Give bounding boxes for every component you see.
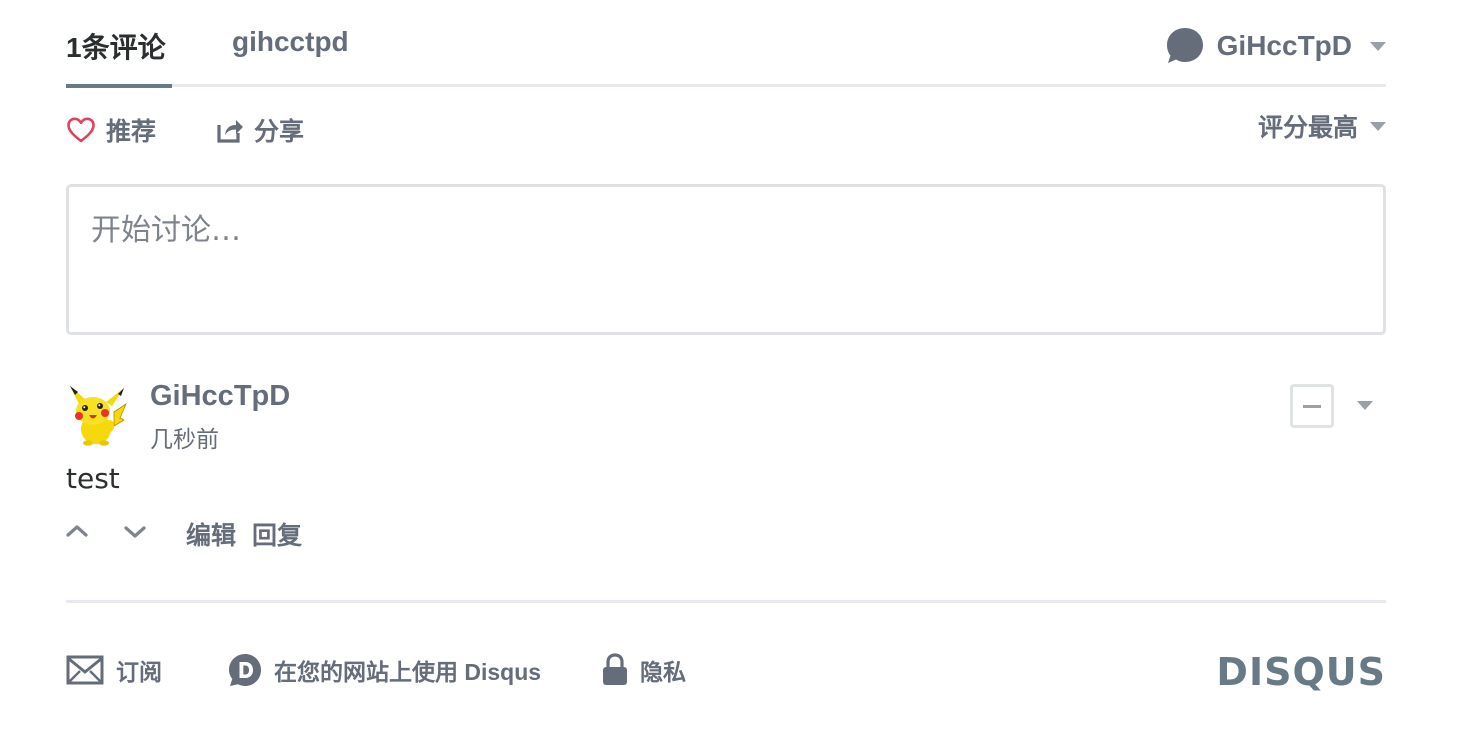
comment-composer (66, 184, 1386, 335)
chevron-down-icon[interactable] (1370, 41, 1386, 51)
tab-comments-count[interactable]: 1条评论 (66, 26, 166, 66)
nav-divider (66, 84, 1386, 87)
chevron-down-icon (1370, 121, 1386, 131)
user-menu[interactable]: GiHccTpD (1165, 24, 1386, 68)
disqus-logo-icon (229, 654, 261, 686)
downvote-icon[interactable] (124, 520, 146, 542)
comment-item: GiHccTpD 几秒前 test 编辑 回复 (66, 380, 1386, 560)
comment-menu-chevron-icon[interactable] (1357, 401, 1373, 410)
privacy-label: 隐私 (640, 659, 686, 685)
add-disqus-label: 在您的网站上使用 Disqus (274, 659, 542, 685)
reply-button[interactable]: 回复 (252, 516, 302, 552)
avatar[interactable] (66, 382, 128, 446)
subscribe-label: 订阅 (116, 659, 162, 685)
lock-icon (603, 653, 627, 685)
comment-footer: 编辑 回复 (66, 514, 466, 550)
sort-label: 评分最高 (1257, 114, 1358, 142)
tab-community[interactable]: gihcctpd (232, 26, 349, 58)
collapse-button[interactable] (1290, 384, 1334, 428)
thread-actions: 推荐 分享 评分最高 (66, 110, 1386, 150)
envelope-icon (66, 655, 104, 685)
share-icon (217, 120, 243, 143)
subscribe-link[interactable]: 订阅 (66, 650, 162, 690)
share-button[interactable]: 分享 (216, 110, 304, 150)
disqus-logo[interactable]: DISQUS (1216, 650, 1386, 694)
thread-nav: 1条评论 gihcctpd GiHccTpD (66, 0, 1386, 88)
heart-icon (67, 117, 95, 143)
comment-input[interactable] (69, 187, 1383, 332)
recommend-button[interactable]: 推荐 (66, 110, 156, 150)
active-tab-indicator (66, 84, 172, 88)
comment-body: test (66, 462, 120, 495)
sort-dropdown[interactable]: 评分最高 (1258, 110, 1386, 142)
notification-bubble-icon (1166, 28, 1203, 63)
comment-timestamp[interactable]: 几秒前 (150, 420, 219, 454)
recommend-label: 推荐 (106, 118, 157, 146)
thread-footer: 订阅 在您的网站上使用 Disqus 隐私 DISQUS (66, 650, 1386, 694)
add-disqus-link[interactable]: 在您的网站上使用 Disqus (228, 650, 541, 690)
upvote-icon[interactable] (66, 520, 88, 542)
comment-author[interactable]: GiHccTpD (150, 380, 290, 413)
disqus-thread: 1条评论 gihcctpd GiHccTpD 推荐 分享 评分最高 开始讨论… … (66, 0, 1386, 734)
footer-divider (66, 600, 1386, 603)
edit-button[interactable]: 编辑 (186, 516, 236, 552)
share-label: 分享 (254, 118, 305, 146)
privacy-link[interactable]: 隐私 (602, 650, 686, 690)
user-name[interactable]: GiHccTpD (1217, 30, 1352, 62)
